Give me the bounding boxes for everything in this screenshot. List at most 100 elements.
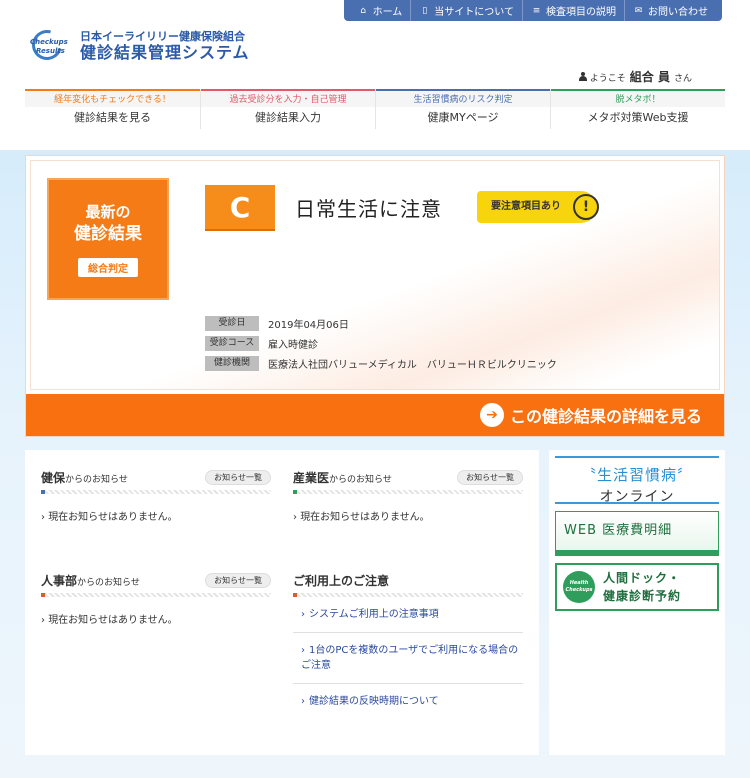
top-nav-label: お問い合わせ [648,7,708,18]
home-icon: ⌂ [360,5,366,16]
notice-title-main: 人事部 [41,573,78,588]
site-logo[interactable]: Checkups Results 日本イーライリリー健康保険組合 健診結果管理シ… [26,24,250,66]
exam-info-key: 受診コース [205,335,259,351]
header: ⌂ ホーム ▯ 当サイトについて ≡ 検査項目の説明 ✉ お問い合わせ Checkups… [0,0,750,150]
top-nav-contact[interactable]: ✉ お問い合わせ [625,0,716,21]
latest-result-badge: 最新の 健診結果 総合判定 [47,178,169,300]
notice-title: 人事部からのお知らせ [41,572,140,589]
exam-info-row: 受診コース 雇入時健診 [205,333,557,353]
notice-title: 産業医からのお知らせ [293,469,392,486]
web-medical-expense-banner[interactable]: WEB 医療費明細 [555,511,719,556]
notice-header: 産業医からのお知らせ お知らせ一覧 [293,468,523,486]
exam-date: 2019年04月06日 [268,319,349,331]
latest-label-2: 健診結果 [74,224,142,244]
notice-empty-message: › 現在お知らせはありません。 [293,512,430,523]
notice-block-sangyoui: 産業医からのお知らせ お知らせ一覧 › 現在お知らせはありません。 [293,468,523,523]
main-nav-tag: 生活習慣病のリスク判定 [376,89,550,107]
system-name: 健診結果管理システム [80,42,250,62]
latest-result-card: 最新の 健診結果 総合判定 C 日常生活に注意 要注意項目あり ! 受診日 20… [25,155,725,437]
top-nav-label: 検査項目の説明 [546,7,616,18]
usage-link[interactable]: 1台のPCを複数のユーザでご利用になる場合のご注意 [293,633,523,684]
usage-title: ご利用上のご注意 [293,573,390,588]
usage-link[interactable]: 健診結果の反映時期について [293,684,523,719]
notice-divider [293,490,523,494]
organization-name: 日本イーライリリー健康保険組合 [80,29,245,43]
banner-label: 人間ドック・ 健康診断予約 [603,569,681,605]
notice-title-main: 産業医 [293,470,330,485]
main-nav-tag: 経年変化もチェックできる！ [25,89,200,107]
banner-label: WEB 医療費明細 [564,523,673,538]
banner-line-1: 人間ドック・ [603,571,681,585]
checkups-logo-icon: Checkups Results [26,24,74,66]
banner-sidebar: 〝生活習慣病〞 オンライン WEB 医療費明細 Health Checkups … [549,450,725,755]
view-detail-label: この健診結果の詳細を見る [509,407,702,426]
user-icon [578,72,587,81]
top-nav-label: ホーム [372,7,403,18]
usage-divider [293,593,523,597]
exclamation-icon: ! [573,194,599,220]
warning-badge: 要注意項目あり ! [477,191,599,223]
notice-list-button[interactable]: お知らせ一覧 [205,572,271,588]
user-name: 組合 員 [629,70,670,84]
top-nav-about[interactable]: ▯ 当サイトについて [411,0,523,21]
logo-mark-text-2: Results [36,47,65,55]
usage-link[interactable]: システムご利用上の注意事項 [293,597,523,633]
welcome-message: ようこそ 組合 員 さん [578,68,692,85]
main-nav-my-page[interactable]: 生活習慣病のリスク判定 健康MYページ [375,89,550,129]
mail-icon: ✉ [634,5,643,16]
notice-title: 健保からのお知らせ [41,469,128,486]
notice-divider [41,490,271,494]
top-nav-label: 当サイトについて [434,7,514,18]
lifestyle-disease-online-banner[interactable]: 〝生活習慣病〞 オンライン [555,456,719,505]
main-nav-tag: 脱メタボ！ [551,89,725,107]
main-nav: 経年変化もチェックできる！ 健診結果を見る 過去受診分を入力・自己管理 健診結果… [25,89,725,129]
view-detail-button[interactable]: ➔ この健診結果の詳細を見る [26,394,724,436]
main-nav-label: 健診結果を見る [74,111,151,124]
notice-title-suffix: からのお知らせ [65,474,128,485]
top-nav: ⌂ ホーム ▯ 当サイトについて ≡ 検査項目の説明 ✉ お問い合わせ [343,0,722,21]
exam-info-key: 健診機関 [205,355,259,371]
arrow-right-icon: ➔ [479,403,504,427]
notice-empty-message: › 現在お知らせはありません。 [41,512,178,523]
banner-subtitle: オンライン [599,489,675,505]
main-nav-input-results[interactable]: 過去受診分を入力・自己管理 健診結果入力 [200,89,375,129]
notice-list-button[interactable]: お知らせ一覧 [457,469,523,485]
checkup-reservation-banner[interactable]: Health Checkups 人間ドック・ 健康診断予約 [555,563,719,611]
overall-judgement-label: 総合判定 [78,258,138,277]
banner-title: 〝生活習慣病〞 [580,466,693,484]
usage-header: ご利用上のご注意 [293,571,523,589]
exam-info-key: 受診日 [205,315,259,331]
notice-title-suffix: からのお知らせ [77,577,140,588]
top-nav-items[interactable]: ≡ 検査項目の説明 [523,0,625,21]
warning-text: 要注意項目あり [491,201,561,212]
logo-text: 日本イーライリリー健康保険組合 健診結果管理システム [80,30,250,63]
notice-divider [41,593,271,597]
notice-header: 人事部からのお知らせ お知らせ一覧 [41,571,271,589]
main-nav-label: 健康MYページ [427,111,499,124]
notices-panel: 健保からのお知らせ お知らせ一覧 › 現在お知らせはありません。 産業医からのお… [25,450,539,755]
welcome-suffix: さん [673,74,692,84]
banner-line-2: 健康診断予約 [603,589,682,603]
notice-title-suffix: からのお知らせ [329,474,392,485]
main-nav-view-results[interactable]: 経年変化もチェックできる！ 健診結果を見る [25,89,200,129]
notice-title-main: 健保 [41,470,66,485]
main-nav-label: メタボ対策Web支援 [587,111,689,124]
top-nav-home[interactable]: ⌂ ホーム [350,0,412,21]
welcome-prefix: ようこそ [589,74,626,84]
result-summary: 最新の 健診結果 総合判定 C 日常生活に注意 要注意項目あり ! 受診日 20… [30,160,720,390]
latest-label-1: 最新の [85,203,131,221]
notice-block-jinjibu: 人事部からのお知らせ お知らせ一覧 › 現在お知らせはありません。 [41,571,271,626]
logo-mark-text-1: Checkups [30,38,68,46]
exam-info-row: 健診機関 医療法人社団バリューメディカル バリューＨＲビルクリニック [205,353,557,373]
exam-course: 雇入時健診 [268,339,318,351]
main-nav-metabo[interactable]: 脱メタボ！ メタボ対策Web支援 [550,89,725,129]
notice-list-button[interactable]: お知らせ一覧 [205,469,271,485]
main-nav-tag: 過去受診分を入力・自己管理 [201,89,375,107]
grade-description: 日常生活に注意 [295,197,442,221]
notice-empty-text: 現在お知らせはありません。 [48,615,178,626]
book-icon: ▯ [422,5,428,16]
notice-empty-text: 現在お知らせはありません。 [48,512,178,523]
usage-notes: ご利用上のご注意 システムご利用上の注意事項 1台のPCを複数のユーザでご利用に… [293,571,523,719]
list-icon: ≡ [532,5,541,16]
exam-info-row: 受診日 2019年04月06日 [205,313,557,333]
